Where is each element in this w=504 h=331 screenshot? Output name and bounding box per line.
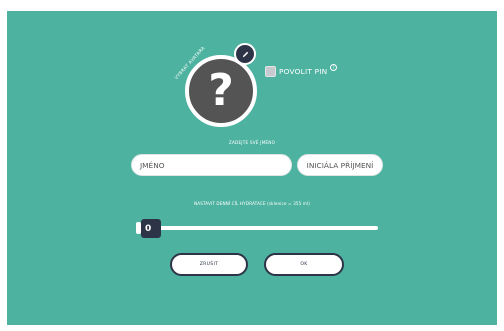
first-name-placeholder: JMÉNO: [140, 160, 165, 170]
hydration-goal-caption: NASTAVIT DENNÍ CÍL HYDRATACE (sklenice =…: [194, 201, 310, 206]
pencil-icon[interactable]: [234, 43, 256, 65]
cancel-button[interactable]: ZRUŠIT: [170, 253, 248, 276]
enable-pin-checkbox[interactable]: [265, 66, 276, 77]
help-icon[interactable]: ?: [330, 64, 337, 71]
first-name-input[interactable]: JMÉNO: [131, 154, 292, 176]
enable-pin-label: POVOLIT PIN: [279, 67, 328, 76]
avatar-picker[interactable]: ? VYBRAT AVATARA: [174, 43, 257, 127]
ok-button[interactable]: OK: [264, 253, 344, 276]
enable-pin-toggle[interactable]: POVOLIT PIN: [265, 66, 327, 77]
hydration-slider-value[interactable]: 0: [141, 219, 161, 238]
name-caption: ZADEJTE SVÉ JMÉNO: [228, 140, 276, 145]
question-mark-icon: ?: [208, 65, 234, 116]
surname-initial-placeholder: INICIÁLA PŘÍJMENÍ: [306, 160, 374, 170]
hydration-value-text: 0: [145, 223, 152, 234]
pencil-icon-glyph: [242, 51, 248, 57]
hydration-slider-track[interactable]: [140, 226, 378, 230]
ok-button-label: OK: [300, 262, 308, 267]
avatar-placeholder[interactable]: ?: [185, 55, 257, 127]
surname-initial-input[interactable]: INICIÁLA PŘÍJMENÍ: [297, 154, 383, 176]
cancel-button-label: ZRUŠIT: [199, 262, 219, 267]
